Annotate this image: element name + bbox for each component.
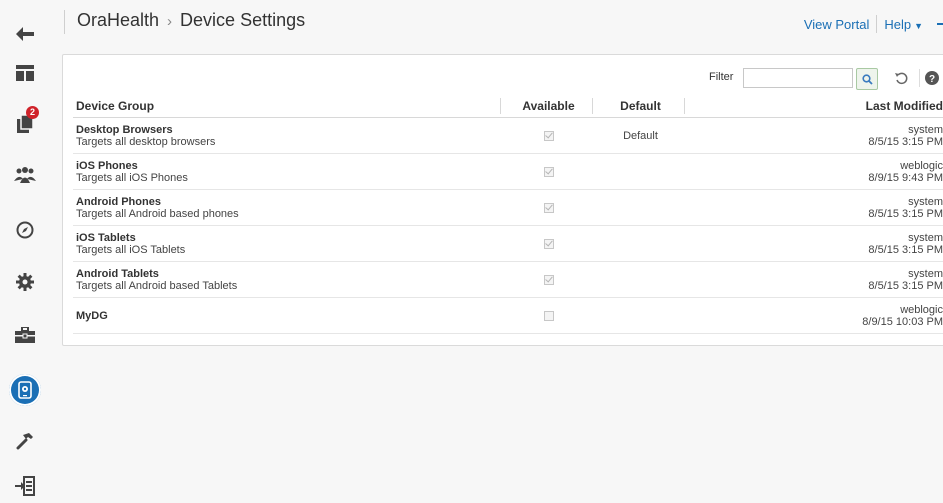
toolbar-divider [919,69,920,87]
notification-badge: 2 [26,106,39,119]
resources-button[interactable] [9,319,41,351]
build-button[interactable] [9,425,41,457]
device-group-description: Targets all Android based phones [76,207,239,220]
back-button[interactable] [9,18,41,50]
view-portal-link[interactable]: View Portal [804,17,870,32]
default-label: Default [623,129,658,142]
chevron-down-icon: ▼ [914,20,923,31]
filter-input[interactable] [743,68,853,88]
device-group-description: Targets all Android based Tablets [76,279,238,292]
modified-by: system [908,267,943,280]
compass-icon [16,221,34,239]
search-icon [861,73,873,85]
column-header-device-group[interactable]: Device Group [73,95,501,118]
modified-date: 8/5/15 3:15 PM [868,135,943,148]
breadcrumb-app-link[interactable]: OraHealth [77,10,159,30]
page-title: Device Settings [180,10,306,30]
device-group-description: Targets all desktop browsers [76,135,216,148]
toolbox-icon [15,327,35,343]
people-button[interactable] [9,159,41,191]
settings-button[interactable] [9,266,41,298]
modified-date: 8/5/15 3:15 PM [868,243,943,256]
left-nav-rail: 2 [0,0,50,503]
hammer-icon [16,433,33,450]
header-divider [64,10,65,34]
modified-date: 8/9/15 9:43 PM [868,171,943,184]
filter-label: Filter [709,71,734,83]
help-label: Help [884,16,912,32]
help-menu[interactable]: Help ▼ [884,17,923,32]
table-row[interactable]: iOS Tablets Targets all iOS Tablets syste… [73,225,943,262]
device-groups-table: Device Group Available Default Last Modi… [73,95,943,334]
modified-by: weblogic [900,159,943,172]
modified-date: 8/5/15 3:15 PM [868,279,943,292]
available-checkbox[interactable] [543,274,554,285]
available-checkbox[interactable] [543,130,554,141]
content-button[interactable]: 2 [9,106,41,140]
available-checkbox[interactable] [543,310,554,321]
device-group-name[interactable]: Android Tablets [76,268,501,280]
device-settings-icon [18,381,32,399]
filter-search-button[interactable] [856,68,878,90]
column-header-default[interactable]: Default [593,95,685,118]
header-link-divider [876,15,878,33]
breadcrumb-separator: › [167,13,173,30]
breadcrumb: OraHealth › Device Settings [77,10,305,31]
table-row[interactable]: iOS Phones Targets all iOS Phones weblogi… [73,153,943,190]
table-row[interactable]: Android Phones Targets all Android based … [73,189,943,226]
people-icon [14,167,36,183]
modified-date: 8/5/15 3:15 PM [868,207,943,220]
device-group-name[interactable]: Desktop Browsers [76,124,501,136]
device-group-name[interactable]: Android Phones [76,196,501,208]
device-group-name[interactable]: iOS Tablets [76,232,501,244]
refresh-button[interactable] [893,70,909,86]
available-checkbox[interactable] [543,202,554,213]
table-row[interactable]: Desktop Browsers Targets all desktop brow… [73,117,943,154]
back-arrow-icon [16,27,34,41]
modified-date: 8/9/15 10:03 PM [862,315,943,328]
table-header-row: Device Group Available Default Last Modi… [73,95,943,118]
overflow-indicator-icon[interactable] [937,23,943,25]
column-header-last-modified[interactable]: Last Modified [685,95,943,118]
column-header-available[interactable]: Available [501,95,593,118]
modified-by: system [908,231,943,244]
device-groups-panel: Filter ? Device Group Available Default [62,54,943,346]
refresh-icon [895,72,908,85]
modified-by: weblogic [900,303,943,316]
available-checkbox[interactable] [543,166,554,177]
device-group-name[interactable]: iOS Phones [76,160,501,172]
page-layout-icon [16,65,34,81]
available-checkbox[interactable] [543,238,554,249]
svg-text:?: ? [929,74,935,85]
import-export-icon [15,476,35,496]
help-button[interactable]: ? [924,70,940,86]
help-icon: ? [925,71,939,85]
import-export-button[interactable] [9,470,41,502]
table-row[interactable]: MyDG weblogic 8/9/15 10:03 PM [73,297,943,334]
modified-by: system [908,123,943,136]
device-group-description: Targets all iOS Tablets [76,243,186,256]
device-group-description: Targets all iOS Phones [76,171,188,184]
modified-by: system [908,195,943,208]
pages-button[interactable] [9,57,41,89]
page-header: OraHealth › Device Settings View Portal He… [50,0,943,44]
device-settings-button[interactable] [9,374,41,406]
gear-icon [16,273,34,291]
device-group-name[interactable]: MyDG [76,310,501,322]
table-row[interactable]: Android Tablets Targets all Android based… [73,261,943,298]
navigation-button[interactable] [9,214,41,246]
header-links: View Portal Help ▼ [804,15,943,33]
